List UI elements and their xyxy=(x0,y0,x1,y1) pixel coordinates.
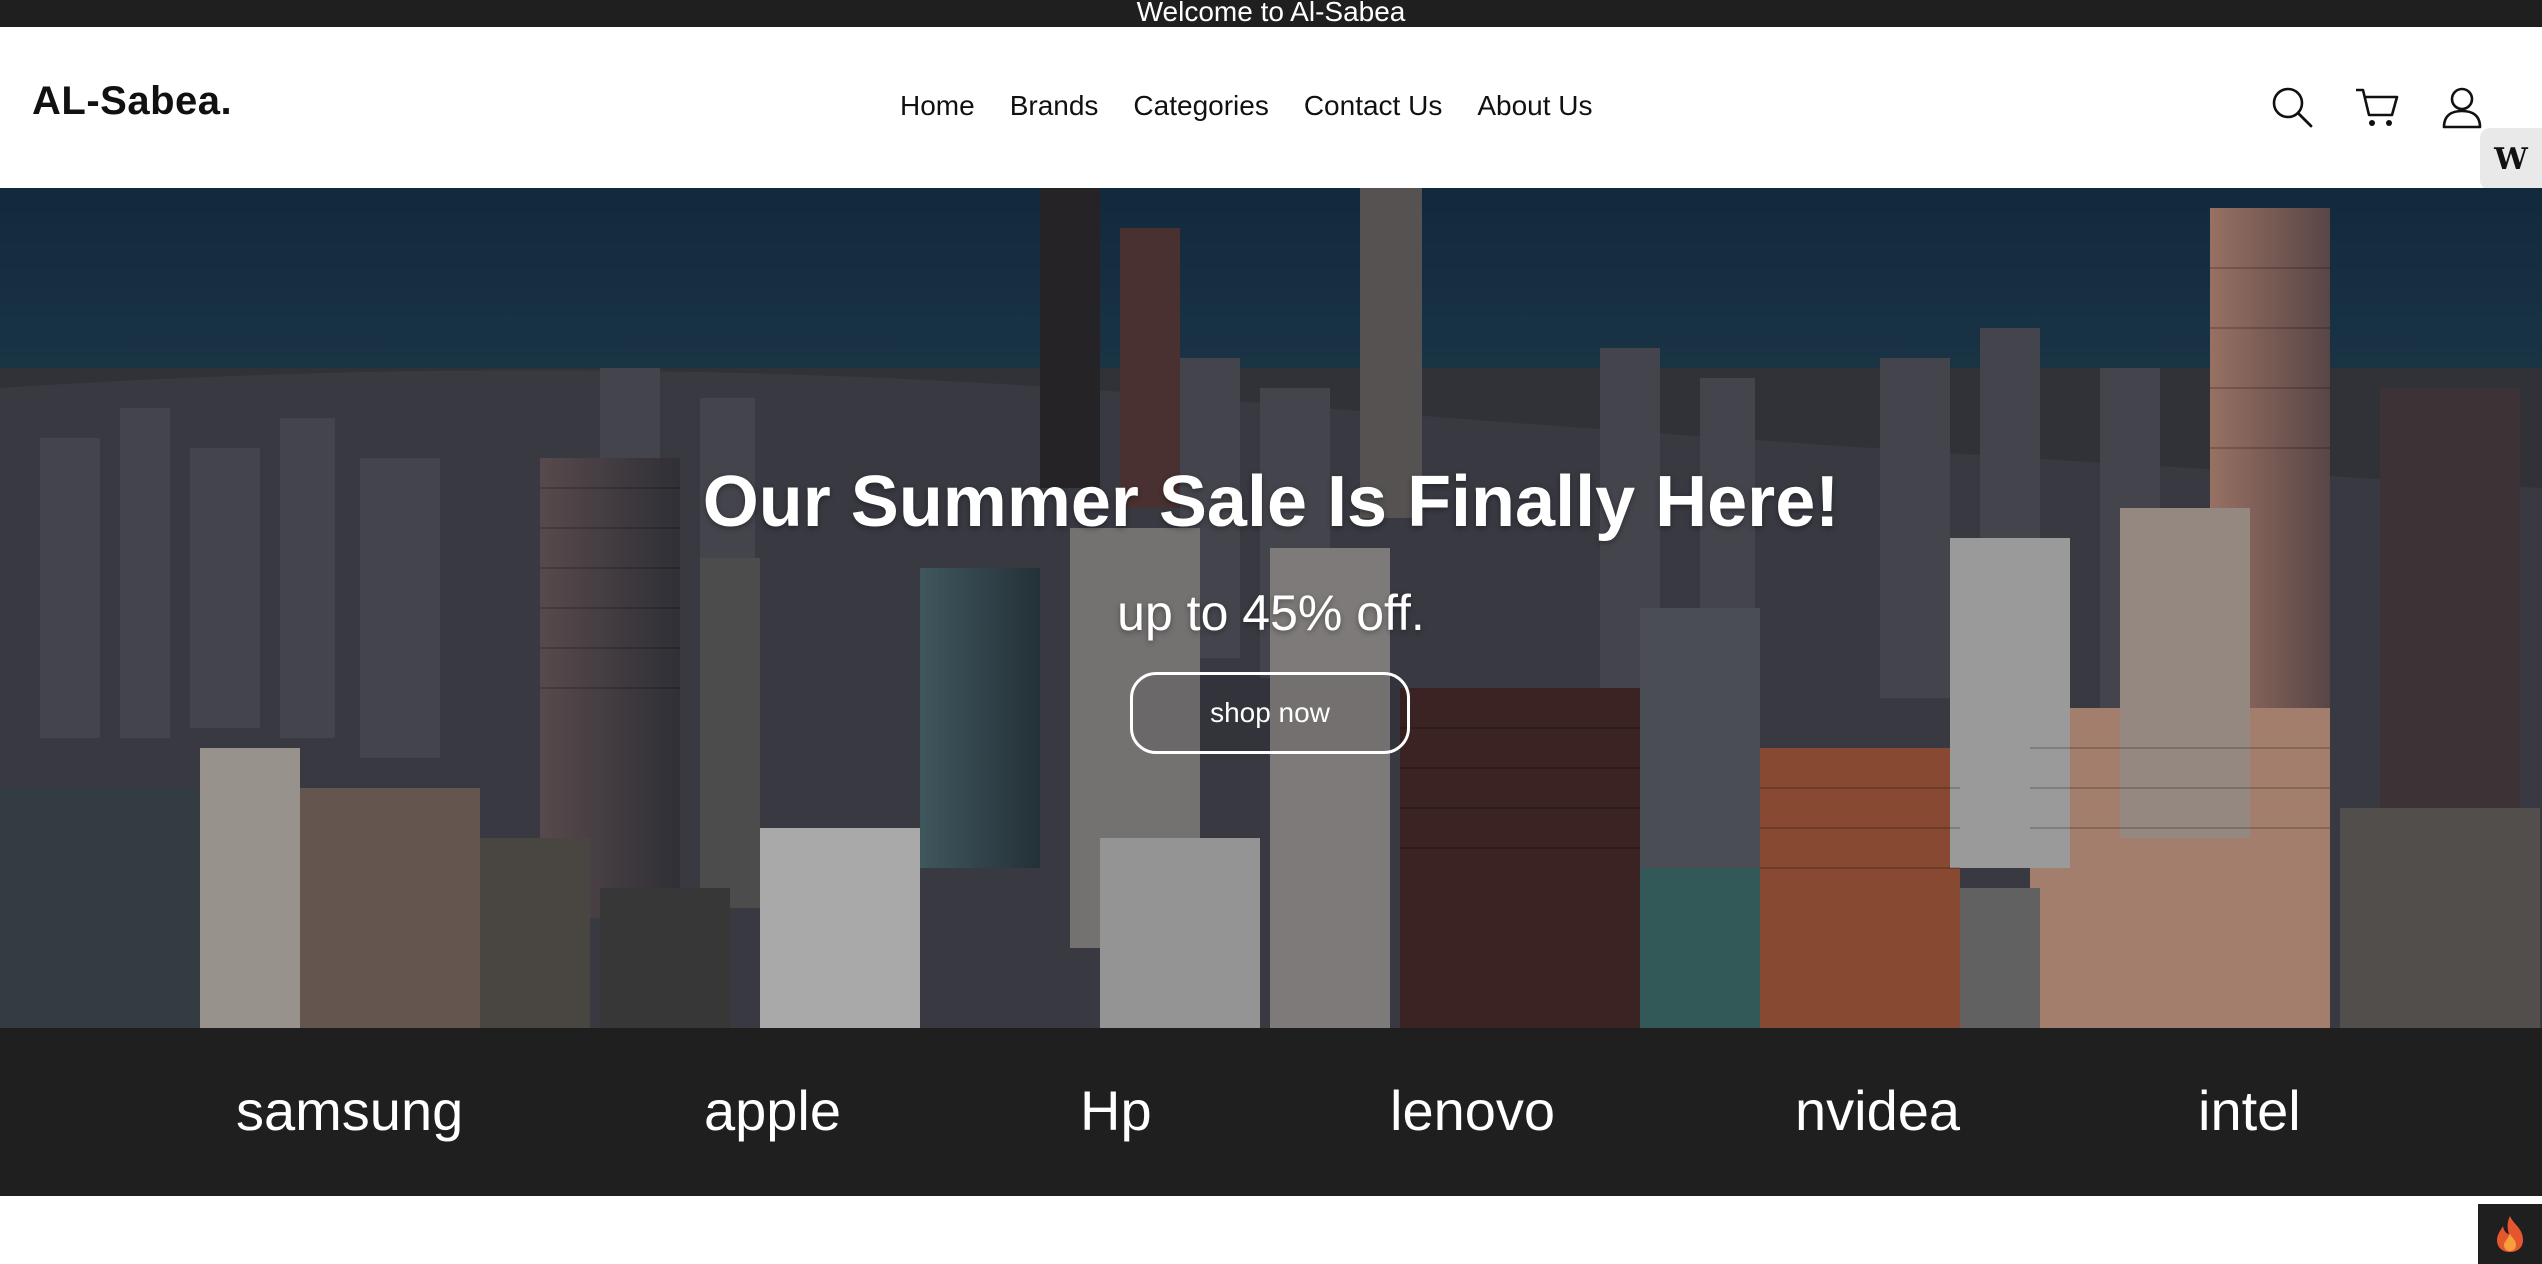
hero-subtitle: up to 45% off. xyxy=(1117,585,1425,641)
brand-apple[interactable]: apple xyxy=(704,1078,841,1144)
site-logo[interactable]: AL-Sabea. xyxy=(32,79,232,124)
brand-nvidea[interactable]: nvidea xyxy=(1795,1078,1960,1144)
nav-categories[interactable]: Categories xyxy=(1133,89,1268,123)
brand-intel[interactable]: intel xyxy=(2198,1078,2301,1144)
nav-brands[interactable]: Brands xyxy=(1010,89,1099,123)
nav-home[interactable]: Home xyxy=(900,89,975,123)
brand-hp[interactable]: Hp xyxy=(1080,1078,1152,1144)
hero-title: Our Summer Sale Is Finally Here! xyxy=(702,462,1840,542)
side-widget-badge[interactable]: W xyxy=(2480,128,2542,190)
brands-strip: samsung apple Hp lenovo nvidea intel xyxy=(0,1028,2542,1196)
nav-contact-us[interactable]: Contact Us xyxy=(1304,89,1443,123)
search-icon[interactable] xyxy=(2268,83,2316,131)
site-header: AL-Sabea. Home Brands Categories Contact… xyxy=(0,27,2542,188)
announcement-text: Welcome to Al-Sabea xyxy=(1136,0,1406,27)
cart-icon[interactable] xyxy=(2353,83,2401,131)
header-actions xyxy=(2268,83,2486,131)
flame-icon xyxy=(2497,1216,2523,1252)
fire-badge[interactable] xyxy=(2478,1204,2542,1264)
nav-about-us[interactable]: About Us xyxy=(1477,89,1592,123)
brand-samsung[interactable]: samsung xyxy=(236,1078,463,1144)
side-widget-label: W xyxy=(2494,141,2528,177)
user-icon[interactable] xyxy=(2438,83,2486,131)
shop-now-button[interactable]: shop now xyxy=(1130,672,1410,754)
main-nav: Home Brands Categories Contact Us About … xyxy=(900,89,1593,123)
announcement-bar: Welcome to Al-Sabea xyxy=(0,0,2542,27)
brand-lenovo[interactable]: lenovo xyxy=(1390,1078,1555,1144)
hero-banner: Our Summer Sale Is Finally Here! up to 4… xyxy=(0,188,2542,1028)
